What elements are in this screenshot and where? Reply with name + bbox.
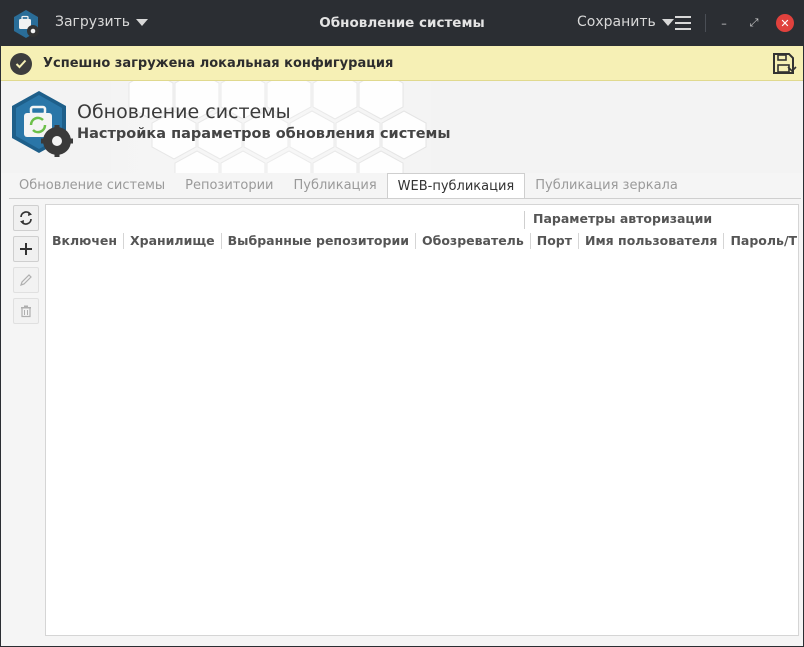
- edit-button[interactable]: [13, 267, 39, 293]
- column-header-username[interactable]: Имя пользователя: [579, 233, 725, 249]
- column-header-enabled[interactable]: Включен: [46, 233, 125, 249]
- close-icon: ✕: [780, 16, 790, 30]
- tab-bar: Обновление системы Репозитории Публикаци…: [9, 173, 688, 198]
- minimize-button[interactable]: –: [715, 14, 733, 32]
- trash-icon: [21, 305, 31, 318]
- restore-icon: ⤢: [749, 16, 759, 29]
- app-logo-icon: [14, 10, 39, 38]
- refresh-icon: [20, 211, 32, 225]
- notification-message: Успешно загружена локальная конфигурация: [43, 56, 394, 71]
- titlebar-separator: [705, 14, 706, 32]
- title-bar: Загрузить Обновление системы Сохранить –…: [1, 1, 803, 46]
- app-window: Загрузить Обновление системы Сохранить –…: [0, 0, 804, 647]
- column-header-storage[interactable]: Хранилище: [124, 233, 222, 249]
- pencil-icon: [20, 274, 32, 286]
- web-publication-table[interactable]: Параметры авторизации Включен Хранилище …: [45, 204, 799, 636]
- save-config-icon[interactable]: [771, 52, 797, 76]
- tab-web-publication[interactable]: WEB-публикация: [386, 173, 526, 198]
- check-icon: [10, 53, 32, 75]
- minimize-icon: –: [721, 16, 727, 30]
- page-subtitle: Настройка параметров обновления системы: [77, 126, 451, 142]
- auth-params-group-header: Параметры авторизации: [524, 211, 712, 229]
- chevron-down-icon: [136, 18, 149, 26]
- restore-button[interactable]: ⤢: [745, 14, 763, 32]
- tab-publication[interactable]: Публикация: [283, 173, 386, 198]
- column-header-password-hash[interactable]: Пароль/Тип хэша: [724, 233, 798, 249]
- tab-system-update[interactable]: Обновление системы: [9, 173, 175, 198]
- add-button[interactable]: [13, 236, 39, 262]
- side-toolbar: [13, 205, 39, 329]
- hamburger-menu-icon[interactable]: [675, 16, 691, 30]
- column-header-port[interactable]: Порт: [531, 233, 579, 249]
- header-banner: Обновление системы Настройка параметров …: [1, 81, 803, 173]
- delete-button[interactable]: [13, 298, 39, 324]
- close-button[interactable]: ✕: [776, 14, 794, 32]
- tab-mirror-publication[interactable]: Публикация зеркала: [525, 173, 688, 198]
- refresh-button[interactable]: [13, 205, 39, 231]
- system-update-logo-icon: [12, 91, 73, 157]
- column-header-selected-repos[interactable]: Выбранные репозитории: [222, 233, 416, 249]
- table-header-row: Включен Хранилище Выбранные репозитории …: [46, 233, 798, 251]
- tab-repositories[interactable]: Репозитории: [175, 173, 283, 198]
- load-menu-label: Загрузить: [55, 14, 131, 30]
- notification-bar: Успешно загружена локальная конфигурация: [1, 46, 803, 81]
- chevron-down-icon: [661, 18, 674, 26]
- plus-icon: [20, 243, 32, 255]
- save-menu-button[interactable]: Сохранить: [577, 14, 674, 30]
- page-title: Обновление системы: [77, 101, 291, 123]
- save-menu-label: Сохранить: [577, 14, 656, 30]
- load-menu-button[interactable]: Загрузить: [55, 14, 149, 30]
- web-publication-panel: Параметры авторизации Включен Хранилище …: [9, 198, 801, 638]
- column-header-browser[interactable]: Обозреватель: [416, 233, 531, 249]
